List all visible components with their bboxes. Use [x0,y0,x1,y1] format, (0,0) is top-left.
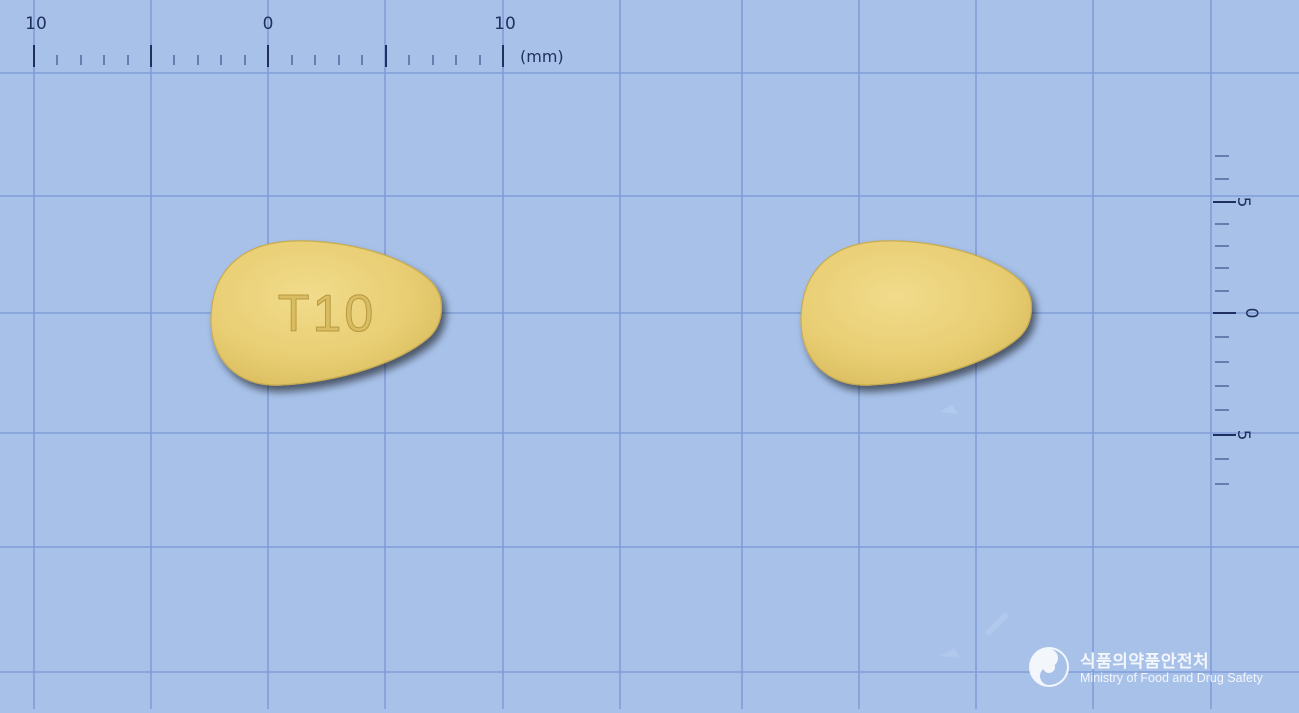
right-scale-ruler: 5 0 5 [1213,155,1261,485]
right-scale-label-center: 0 [1241,308,1261,319]
top-scale-label-right: 10 [494,14,516,34]
pill-photo: 10 0 10 (mm) 5 0 5 T10 식품의약품안전처 Ministry… [0,0,1299,709]
watermark-org-english: Ministry of Food and Drug Safety [1080,671,1263,685]
top-scale-ruler: 10 0 10 (mm) [25,14,564,67]
ministry-logo-icon [1029,647,1069,687]
watermark: 식품의약품안전처 Ministry of Food and Drug Safet… [1028,646,1278,692]
tablet-front: T10 [210,240,442,386]
right-scale-label-top: 5 [1233,197,1253,208]
photo-canvas: 10 0 10 (mm) 5 0 5 T10 [0,0,1299,709]
top-scale-label-center: 0 [263,14,274,34]
top-scale-unit: (mm) [520,47,564,66]
watermark-org-korean: 식품의약품안전처 [1080,652,1210,672]
top-scale-label-left: 10 [25,14,47,34]
right-scale-label-bottom: 5 [1233,430,1253,441]
tablet-imprint: T10 [278,285,377,343]
grid [0,0,1299,709]
background-reflections [940,404,1009,658]
tablet-back [800,240,1032,386]
